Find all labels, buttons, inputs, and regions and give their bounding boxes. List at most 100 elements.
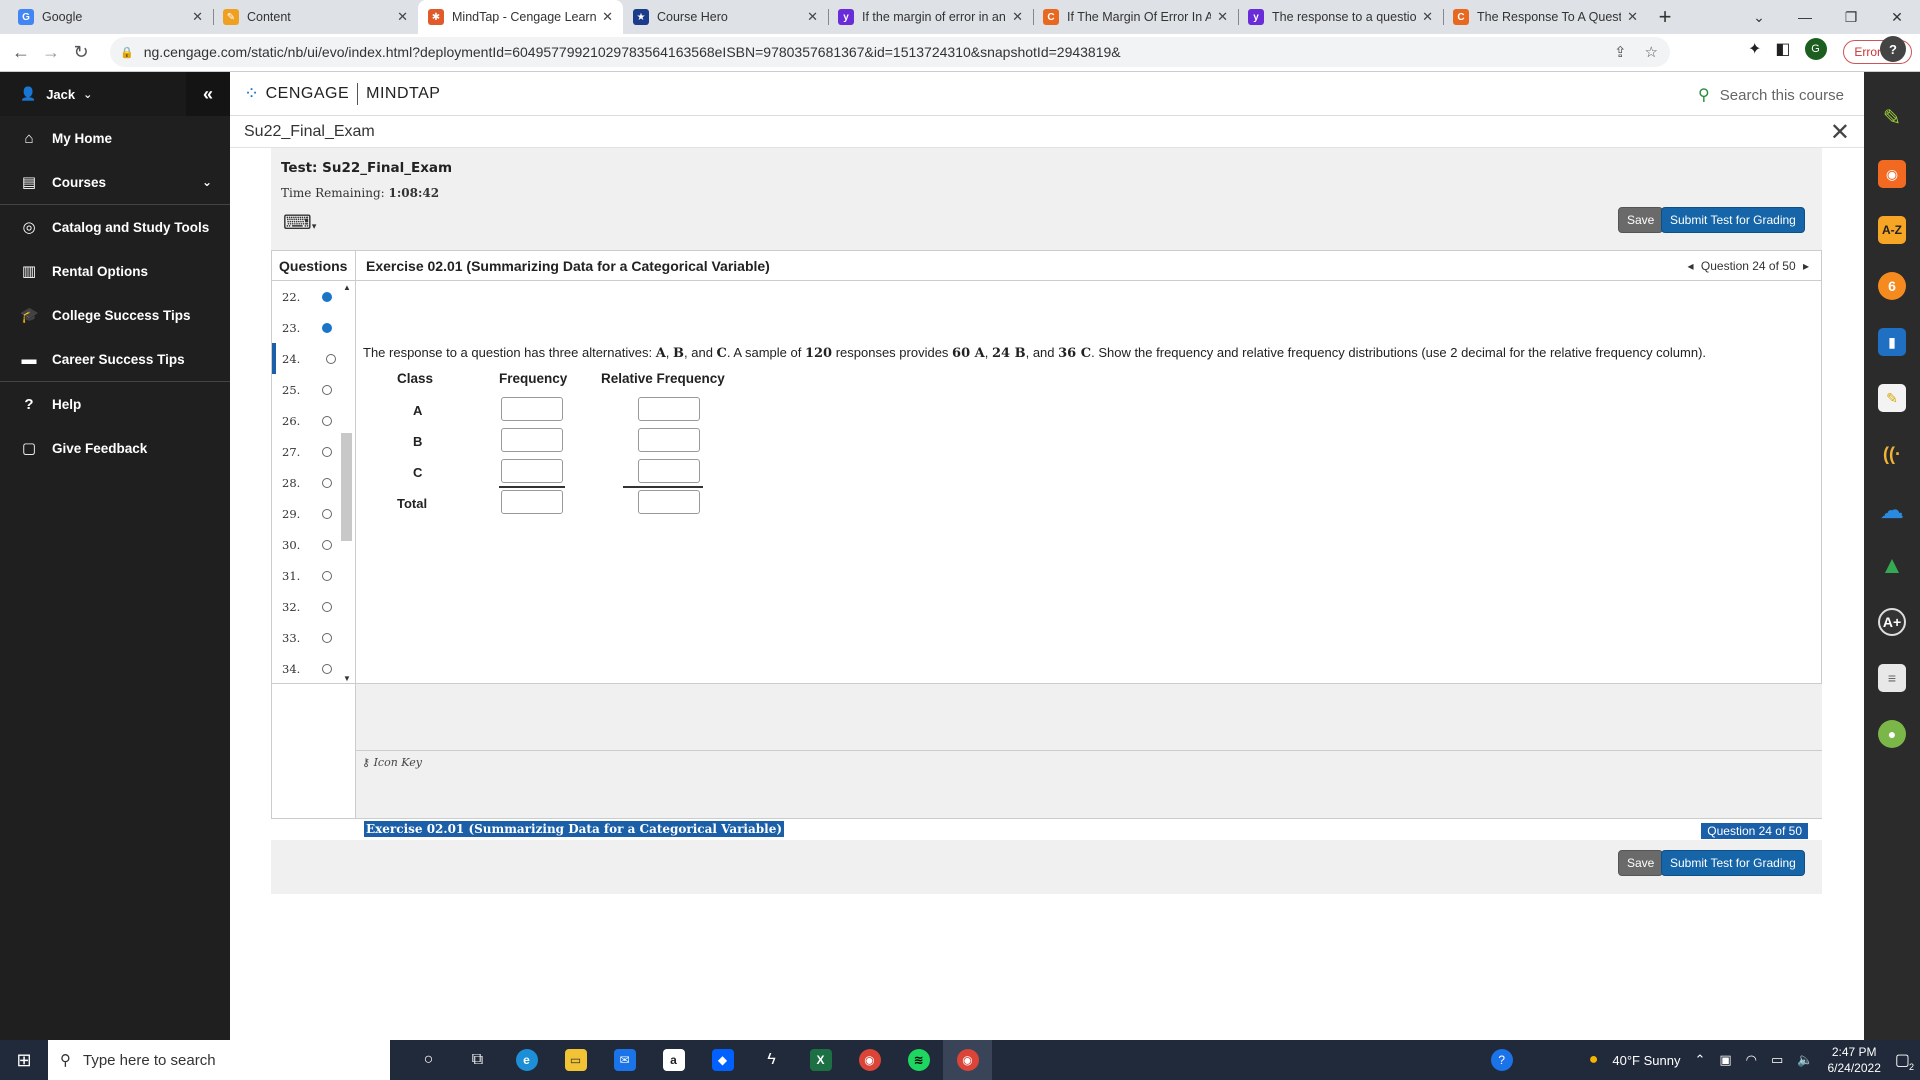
reload-button[interactable]: ↻ (66, 42, 96, 63)
sidebar-item-my-home[interactable]: ⌂ My Home (0, 116, 230, 160)
browser-tab[interactable]: y The response to a question ✕ (1238, 0, 1443, 34)
user-menu[interactable]: 👤 Jack ⌄ « (0, 72, 230, 116)
relfreq-input-total[interactable] (638, 490, 700, 514)
side-panel-icon[interactable]: ◧ (1775, 39, 1790, 59)
close-window-button[interactable]: ✕ (1874, 0, 1920, 34)
close-tab-icon[interactable]: ✕ (602, 9, 613, 25)
url-bar[interactable]: 🔒 ng.cengage.com/static/nb/ui/evo/index.… (110, 37, 1670, 67)
chrome-icon[interactable]: ◉ (943, 1040, 992, 1080)
minimize-button[interactable]: — (1782, 0, 1828, 34)
icon-key[interactable]: ⚷ Icon Key (362, 756, 422, 769)
freq-input-total[interactable] (501, 490, 563, 514)
collapse-sidebar-button[interactable]: « (186, 72, 230, 116)
sidebar-item-help[interactable]: ? Help (0, 382, 230, 426)
close-tab-icon[interactable]: ✕ (1012, 9, 1023, 25)
sidebar-item-catalog-and-study-tools[interactable]: ◎ Catalog and Study Tools (0, 205, 230, 249)
browser-tab[interactable]: ✎ Content ✕ (213, 0, 418, 34)
google-drive-icon[interactable]: ▲ (1878, 552, 1906, 580)
sidebar-item-courses[interactable]: ▤ Courses ⌄ (0, 160, 230, 204)
submit-button-top[interactable]: Submit Test for Grading (1661, 207, 1805, 233)
wifi-icon[interactable]: ◠ (1746, 1052, 1757, 1068)
chevron-down-icon[interactable]: ⌄ (202, 175, 212, 189)
sidebar-item-career-success-tips[interactable]: ▬ Career Success Tips (0, 337, 230, 381)
tray-chevron-up-icon[interactable]: ⌃ (1694, 1052, 1705, 1068)
flashcards-icon[interactable]: ✎ (1878, 384, 1906, 412)
save-button-top[interactable]: Save (1618, 207, 1664, 233)
cengage-mindtap-logo[interactable]: ⁘ CENGAGE MINDTAP (244, 82, 440, 105)
help-tray-icon[interactable]: ? (1490, 1049, 1513, 1071)
scroll-thumb[interactable] (341, 433, 352, 541)
edge-icon[interactable]: e (502, 1040, 551, 1080)
aplia-icon[interactable]: 6 (1878, 272, 1906, 300)
close-tab-icon[interactable]: ✕ (1422, 9, 1433, 25)
lock-icon[interactable]: 🔒 (120, 46, 134, 59)
windows-start-button[interactable]: ⊞ (0, 1040, 48, 1080)
readspeaker-icon[interactable]: ((· (1878, 440, 1906, 468)
onedrive-cloud-icon[interactable]: ☁ (1878, 496, 1906, 524)
a-z-glossary-icon[interactable]: A-Z (1878, 216, 1906, 244)
rss-icon[interactable]: ◉ (1878, 160, 1906, 188)
profile-circle-icon[interactable]: ● (1878, 720, 1906, 748)
mail-icon[interactable]: ✉ (600, 1040, 649, 1080)
tab-search-icon[interactable]: ⌄ (1736, 0, 1782, 34)
volume-icon[interactable]: 🔈 (1797, 1052, 1813, 1068)
a-plus-icon[interactable]: A+ (1878, 608, 1906, 636)
share-icon[interactable]: ⇪ (1614, 43, 1627, 61)
prev-question-icon[interactable]: ◂ (1688, 259, 1694, 273)
new-tab-button[interactable]: + (1648, 0, 1682, 34)
close-tab-icon[interactable]: ✕ (397, 9, 408, 25)
taskbar-search[interactable]: ⚲ Type here to search (48, 1040, 390, 1080)
sidebar-item-college-success-tips[interactable]: 🎓 College Success Tips (0, 293, 230, 337)
help-question-icon[interactable]: ? (1880, 36, 1906, 62)
cortana-icon[interactable]: ○ (404, 1040, 453, 1080)
browser-tab[interactable]: C The Response To A Questio ✕ (1443, 0, 1648, 34)
relfreq-input-c[interactable] (638, 459, 700, 483)
sidebar-item-give-feedback[interactable]: ▢ Give Feedback (0, 426, 230, 470)
sidebar-item-rental-options[interactable]: ▥ Rental Options (0, 249, 230, 293)
extensions-puzzle-icon[interactable]: ✦ (1748, 39, 1761, 59)
notifications-icon[interactable]: ▢ 2 (1895, 1050, 1914, 1072)
browser-tab[interactable]: ✱ MindTap - Cengage Learni ✕ (418, 0, 623, 34)
spotify-icon[interactable]: ≋ (894, 1040, 943, 1080)
scroll-down-arrow-icon[interactable]: ▼ (343, 674, 351, 683)
back-button[interactable]: ← (6, 42, 36, 63)
close-tab-icon[interactable]: ✕ (1627, 9, 1638, 25)
relfreq-input-a[interactable] (638, 397, 700, 421)
ebook-icon[interactable]: ▮ (1878, 328, 1906, 356)
submit-button-bottom[interactable]: Submit Test for Grading (1661, 850, 1805, 876)
file-explorer-icon[interactable]: ▭ (551, 1040, 600, 1080)
scroll-up-arrow-icon[interactable]: ▲ (343, 283, 351, 292)
freq-input-a[interactable] (501, 397, 563, 421)
browser-tab[interactable]: ★ Course Hero ✕ (623, 0, 828, 34)
browser-tab[interactable]: G Google ✕ (8, 0, 213, 34)
profile-avatar[interactable]: G (1804, 38, 1827, 60)
save-button-bottom[interactable]: Save (1618, 850, 1664, 876)
amazon-icon[interactable]: a (649, 1040, 698, 1080)
course-search[interactable]: ⚲ Search this course (1698, 85, 1844, 105)
excel-icon[interactable]: X (796, 1040, 845, 1080)
chrome-profile-icon[interactable]: ◉ (845, 1040, 894, 1080)
clock[interactable]: 2:47 PM 6/24/2022 (1827, 1044, 1880, 1076)
browser-tab[interactable]: y If the margin of error in an ✕ (828, 0, 1033, 34)
freq-input-c[interactable] (501, 459, 563, 483)
relfreq-input-b[interactable] (638, 428, 700, 452)
question-list-scrollbar[interactable]: ▲ ▼ (338, 283, 352, 683)
meet-now-icon[interactable]: ▣ (1719, 1052, 1731, 1068)
task-view-icon[interactable]: ⧉ (453, 1040, 502, 1080)
dropbox-icon[interactable]: ◆ (698, 1040, 747, 1080)
browser-tab[interactable]: C If The Margin Of Error In A ✕ (1033, 0, 1238, 34)
notes-pencil-icon[interactable]: ✎ (1878, 104, 1906, 132)
notebook-icon[interactable]: ≡ (1878, 664, 1906, 692)
close-tab-icon[interactable]: ✕ (1217, 9, 1228, 25)
close-activity-button[interactable]: ✕ (1830, 118, 1850, 147)
weather-text[interactable]: 40°F Sunny (1612, 1053, 1680, 1068)
forward-button[interactable]: → (36, 42, 66, 63)
bookmark-star-icon[interactable]: ☆ (1645, 43, 1658, 61)
stylus-app-icon[interactable]: ϟ (747, 1040, 796, 1080)
next-question-icon[interactable]: ▸ (1803, 259, 1809, 273)
restore-button[interactable]: ❐ (1828, 0, 1874, 34)
display-icon[interactable]: ▭ (1771, 1052, 1783, 1068)
freq-input-b[interactable] (501, 428, 563, 452)
close-tab-icon[interactable]: ✕ (807, 9, 818, 25)
keyboard-icon[interactable]: ⌨▾ (283, 210, 316, 235)
